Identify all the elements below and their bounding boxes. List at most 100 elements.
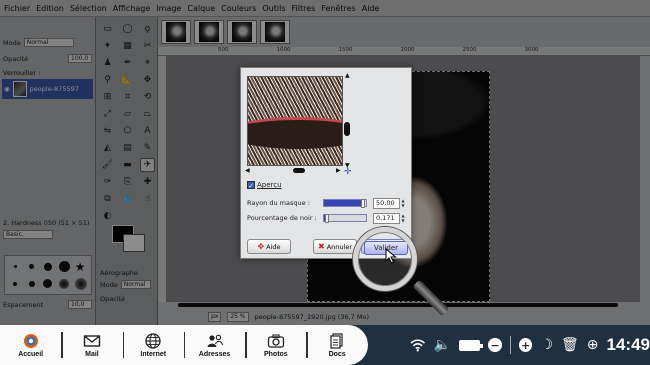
clone-tool-icon[interactable]: ⎘ [120, 175, 135, 189]
rotate-tool-icon[interactable]: ⟲ [140, 90, 155, 104]
radius-input[interactable]: 50,00 [373, 197, 400, 209]
smudge-tool-icon[interactable]: ☝ [140, 192, 155, 206]
app-internet[interactable]: Internet [122, 325, 184, 365]
app-accueil[interactable]: Accueil [0, 325, 61, 365]
app-docs[interactable]: Docs [306, 325, 367, 365]
preview-vertical-scrollbar[interactable] [343, 74, 351, 164]
zoom-tool-icon[interactable]: ⚲ [100, 73, 115, 87]
black-slider[interactable] [323, 214, 367, 223]
canvas-vertical-scrollbar[interactable] [640, 56, 650, 302]
menu-fichier[interactable]: Fichier [4, 4, 30, 13]
image-tab[interactable] [260, 20, 290, 44]
perspective-tool-icon[interactable]: ⏢ [140, 107, 155, 121]
slider-knob[interactable] [325, 214, 330, 223]
image-tab[interactable] [161, 20, 191, 44]
background-color-swatch[interactable] [123, 234, 145, 252]
scrollbar-thumb[interactable] [293, 168, 305, 173]
scroll-right-icon[interactable]: ▶ [336, 167, 341, 174]
scale-tool-icon[interactable]: ⤢ [100, 107, 115, 121]
brush-category-select[interactable]: Basic, [3, 230, 53, 239]
zoom-select[interactable]: 25 % [227, 311, 249, 322]
brush-preset[interactable] [13, 281, 18, 286]
foreground-select-tool-icon[interactable]: ♟ [100, 56, 115, 70]
eraser-tool-icon[interactable]: ▬ [120, 158, 135, 172]
battery-icon[interactable] [458, 339, 484, 351]
layer-opacity-input[interactable]: 100,0 [68, 54, 92, 63]
paths-tool-icon[interactable]: ✒ [120, 56, 135, 70]
scrollbar-thumb[interactable] [178, 303, 618, 307]
cage-tool-icon[interactable]: ⬠ [120, 124, 135, 138]
brush-preset[interactable] [43, 279, 53, 288]
menu-filtres[interactable]: Filtres [292, 4, 316, 13]
black-input[interactable]: 0,171 [373, 212, 400, 224]
crop-tool-icon[interactable]: ⌗ [120, 90, 135, 104]
rect-select-tool-icon[interactable]: ▭ [100, 22, 115, 36]
perspective-clone-tool-icon[interactable]: ⧉ [100, 192, 115, 206]
menu-couleurs[interactable]: Couleurs [221, 4, 256, 13]
app-photos[interactable]: Photos [245, 325, 306, 365]
layer-mode-select[interactable]: Normal [23, 38, 74, 47]
app-mail[interactable]: Mail [61, 325, 122, 365]
heal-tool-icon[interactable]: ✚ [140, 175, 155, 189]
menu-edition[interactable]: Edition [36, 4, 64, 13]
brush-preset[interactable] [59, 278, 70, 289]
help-button[interactable]: ✥ Aide [247, 239, 291, 254]
airbrush-tool-icon[interactable]: ✈ [140, 158, 155, 172]
eye-icon[interactable]: ◉ [4, 85, 10, 93]
ink-tool-icon[interactable]: ✑ [100, 175, 115, 189]
shear-tool-icon[interactable]: ▱ [120, 107, 135, 121]
gradient-tool-icon[interactable]: ▤ [120, 141, 135, 155]
trash-icon[interactable]: 🗑 [561, 337, 579, 353]
brush-preset[interactable] [74, 277, 87, 290]
filter-preview[interactable] [247, 76, 343, 166]
preview-horizontal-scrollbar[interactable] [247, 167, 343, 174]
zoom-in-icon[interactable]: + [518, 338, 533, 352]
brush-preset[interactable] [28, 280, 35, 287]
menu-selection[interactable]: Sélection [70, 4, 107, 13]
star-brush-icon[interactable]: ★ [75, 261, 87, 273]
zoom-out-icon[interactable]: − [488, 338, 502, 352]
volume-icon[interactable]: 🔈 [433, 337, 450, 353]
unit-select[interactable]: px [208, 311, 222, 322]
menu-calque[interactable]: Calque [187, 4, 215, 13]
brush-preset[interactable] [13, 265, 17, 268]
radius-spin-arrows[interactable]: ▲ ▼ [400, 198, 406, 209]
image-tab[interactable] [194, 20, 224, 44]
menu-fenetres[interactable]: Fenêtres [321, 4, 355, 13]
radius-slider[interactable] [323, 199, 367, 208]
tool-mode-select[interactable]: Normal [120, 280, 151, 289]
align-tool-icon[interactable]: ⊞ [100, 90, 115, 104]
brush-spacing-input[interactable]: 10,0 [68, 300, 92, 309]
scissors-tool-icon[interactable]: ✂ [140, 39, 155, 53]
layer-item[interactable]: ◉ people-875597 [2, 79, 93, 99]
measure-tool-icon[interactable]: 📐 [120, 73, 135, 87]
preview-toggle[interactable]: ✓ Aperçu [247, 181, 282, 190]
flip-tool-icon[interactable]: ⇋ [100, 124, 115, 138]
blur-tool-icon[interactable]: 💧 [120, 192, 135, 206]
image-tab[interactable] [227, 20, 257, 44]
black-spin-arrows[interactable]: ▲ ▼ [400, 213, 406, 224]
brush-preset[interactable] [43, 262, 52, 271]
color-select-tool-icon[interactable]: ▦ [120, 39, 135, 53]
color-picker-tool-icon[interactable]: ⌖ [140, 56, 155, 70]
brush-preset[interactable] [29, 264, 35, 269]
ellipse-select-tool-icon[interactable]: ◯ [120, 22, 135, 36]
fuzzy-select-tool-icon[interactable]: ✦ [100, 39, 115, 53]
moon-icon[interactable]: ☽ [540, 337, 553, 353]
slider-knob[interactable] [360, 199, 365, 208]
text-tool-icon[interactable]: A [140, 124, 155, 138]
menu-aide[interactable]: Aide [362, 4, 380, 13]
move-tool-icon[interactable]: ✥ [140, 73, 155, 87]
dodge-burn-tool-icon[interactable]: ◐ [100, 209, 115, 223]
preview-checkbox[interactable]: ✓ [247, 181, 255, 190]
menu-affichage[interactable]: Affichage [113, 4, 151, 13]
bucket-fill-tool-icon[interactable]: ◭ [100, 141, 115, 155]
menu-outils[interactable]: Outils [262, 4, 285, 13]
lifebuoy-help-icon[interactable]: ⊕ [587, 337, 599, 353]
scrollbar-thumb[interactable] [344, 122, 350, 136]
cancel-button[interactable]: ✖ Annuler [313, 239, 357, 254]
menu-image[interactable]: Image [156, 4, 181, 13]
wifi-icon[interactable] [410, 338, 426, 352]
free-select-tool-icon[interactable]: ϙ [140, 22, 155, 36]
brush-preset[interactable] [58, 261, 70, 272]
